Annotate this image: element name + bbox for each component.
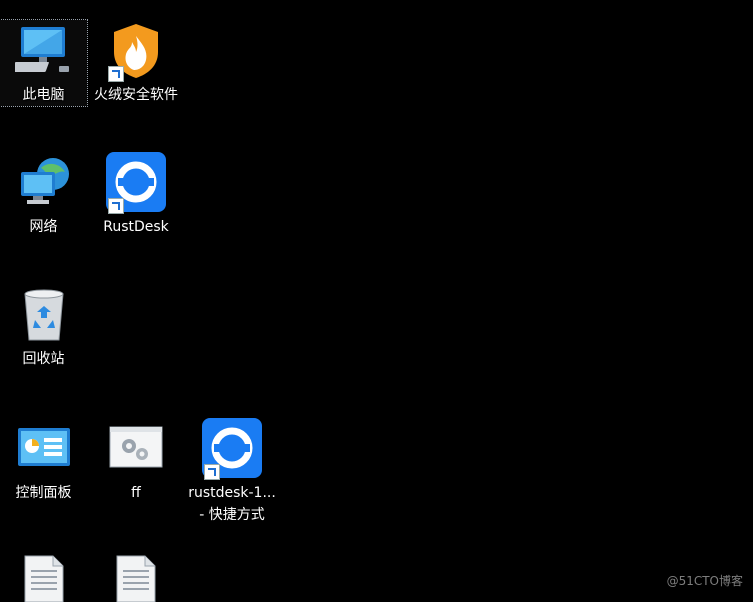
desktop-icon-ff[interactable]: ff <box>88 416 184 502</box>
desktop-icon-label: 火绒安全软件 <box>94 87 178 103</box>
desktop-icon-label: 网络 <box>29 219 58 235</box>
desktop-icon-control-panel[interactable]: 控制面板 <box>0 416 87 502</box>
recycle-bin-icon <box>23 289 64 341</box>
desktop-icon-file-2[interactable] <box>88 552 184 602</box>
desktop-icon-file-1[interactable] <box>0 552 87 602</box>
desktop-icon-label: 控制面板 <box>15 485 72 501</box>
network-globe-icon <box>20 158 69 204</box>
shortcut-arrow-icon <box>108 66 124 82</box>
desktop-icon-label-line2: - 快捷方式 <box>199 507 265 523</box>
desktop-icon-label: 回收站 <box>22 351 65 367</box>
desktop-icon-recycle-bin[interactable]: 回收站 <box>0 284 87 370</box>
document-icon <box>24 555 63 602</box>
desktop-icon-label: 此电脑 <box>22 87 65 103</box>
desktop-icon-label: ff <box>131 485 141 501</box>
computer-icon <box>14 27 69 72</box>
desktop-icon-huorong[interactable]: 火绒安全软件 <box>88 20 184 106</box>
settings-file-icon <box>109 426 163 468</box>
desktop-icon-rustdesk-shortcut[interactable]: rustdesk-1... - 快捷方式 <box>184 418 280 528</box>
desktop-icon-this-pc[interactable]: 此电脑 <box>0 19 88 107</box>
desktop-icon-label: RustDesk <box>103 219 169 235</box>
watermark: @51CTO博客 <box>666 574 743 588</box>
desktop-icon-network[interactable]: 网络 <box>0 152 87 238</box>
desktop-icon-rustdesk[interactable]: RustDesk <box>88 152 184 238</box>
document-icon <box>116 555 156 602</box>
control-panel-icon <box>17 428 70 466</box>
shortcut-arrow-icon <box>108 198 124 214</box>
desktop-icon-label-line1: rustdesk-1... <box>188 485 276 501</box>
shortcut-arrow-icon <box>204 464 220 480</box>
